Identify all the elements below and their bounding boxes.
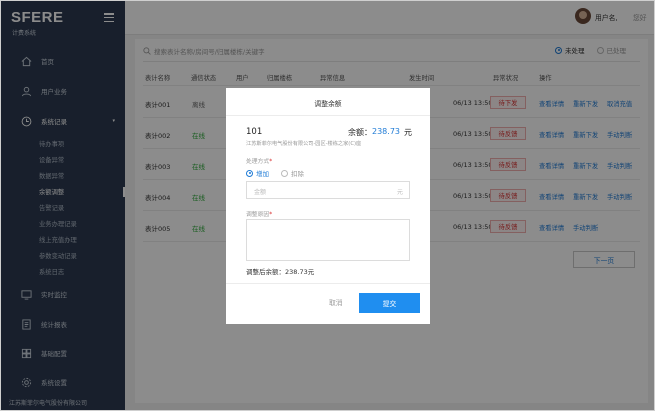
divider [226,115,430,116]
amount-unit: 元 [396,189,403,196]
method-option-decrease[interactable]: 扣除 [281,168,304,178]
divider [226,283,430,284]
radio-label-increase[interactable]: 增加 [256,168,269,178]
method-option-increase[interactable]: 增加 [246,168,269,178]
meter-number: 101 [246,127,263,137]
reason-textarea[interactable] [246,219,410,261]
after-balance-value: 238.73元 [285,268,315,276]
cancel-button[interactable]: 取消 [329,297,343,307]
radio-increase[interactable] [246,169,253,177]
amount-placeholder: 金额 [254,189,267,196]
amount-input[interactable]: 金额 元 [246,181,410,199]
radio-label-decrease[interactable]: 扣除 [291,168,304,178]
dialog-title: 调整余额 [314,100,342,108]
balance-label: 余额： [348,128,372,137]
meter-location: 江苏斯菲尔电气股份有限公司-园区-楼栋之家(C)座 [246,141,362,147]
radio-decrease[interactable] [281,169,288,177]
submit-button[interactable]: 提交 [359,293,420,313]
balance-unit: 元 [404,128,412,137]
balance-value: 238.73 [372,127,400,136]
required-mark: * [269,212,273,218]
method-label-text: 处理方式 [246,159,270,165]
reason-field-label: 调整原因* [246,209,272,218]
after-balance-label: 调整后余额： [246,268,285,276]
reason-label-text: 调整原因 [246,212,270,218]
adjust-balance-dialog: 调整余额 101 余额： 238.73 元 江苏斯菲尔电气股份有限公司-园区-楼… [226,88,430,324]
app-window: SFERE 计费系统 首页 用户业务 系统记录 ▾ 待办事项 设备异常 数据异常… [0,0,655,411]
required-mark: * [269,159,273,165]
method-field-label: 处理方式* [246,156,272,165]
after-balance: 调整后余额：238.73元 [246,266,314,276]
